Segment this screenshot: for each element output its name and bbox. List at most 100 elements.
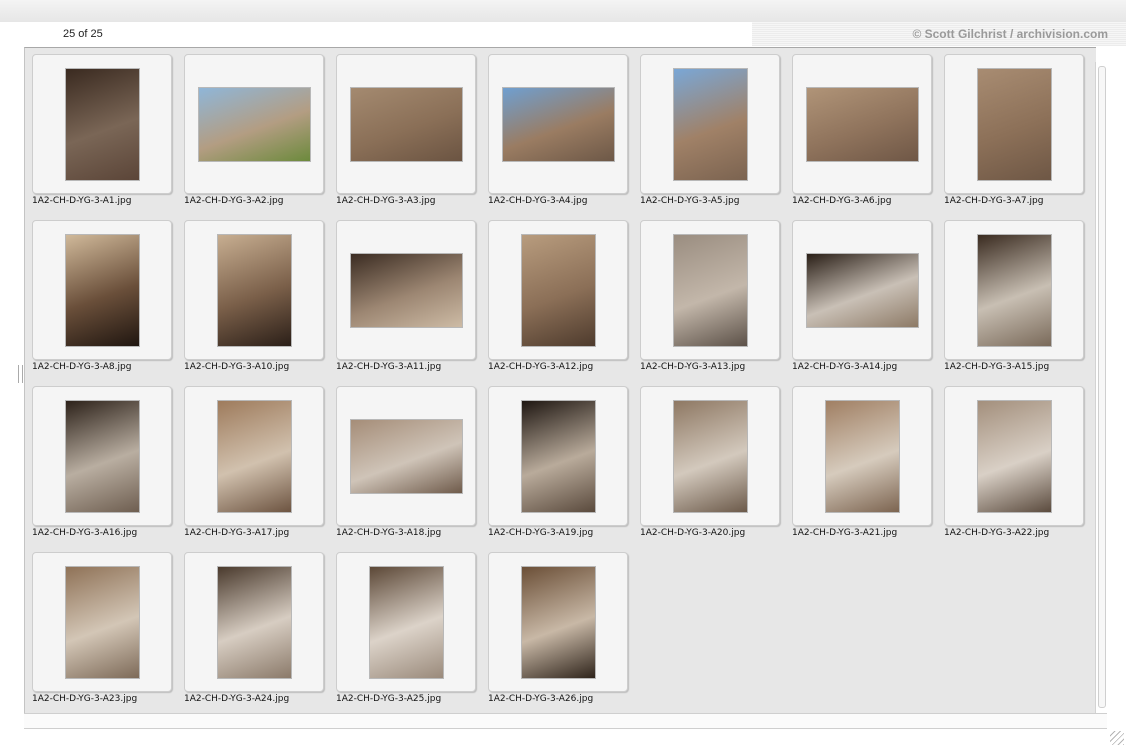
thumbnail-image[interactable] <box>349 86 463 162</box>
thumbnail-frame[interactable] <box>184 220 324 360</box>
thumbnail-filename: 1A2-CH-D-YG-3-A11.jpg <box>336 362 442 372</box>
thumbnail-cell[interactable]: 1A2-CH-D-YG-3-A7.jpg <box>944 54 1084 214</box>
thumbnail-image[interactable] <box>197 86 311 162</box>
thumbnail-cell[interactable]: 1A2-CH-D-YG-3-A17.jpg <box>184 386 324 546</box>
thumbnail-cell[interactable]: 1A2-CH-D-YG-3-A14.jpg <box>792 220 932 380</box>
thumbnail-cell[interactable]: 1A2-CH-D-YG-3-A21.jpg <box>792 386 932 546</box>
thumbnail-filename: 1A2-CH-D-YG-3-A10.jpg <box>184 362 290 372</box>
thumbnail-filename: 1A2-CH-D-YG-3-A12.jpg <box>488 362 594 372</box>
thumbnail-frame[interactable] <box>792 54 932 194</box>
thumbnail-cell[interactable]: 1A2-CH-D-YG-3-A5.jpg <box>640 54 780 214</box>
thumbnail-frame[interactable] <box>336 552 476 692</box>
thumbnail-frame[interactable] <box>336 386 476 526</box>
thumbnail-image[interactable] <box>520 399 596 513</box>
thumbnail-filename: 1A2-CH-D-YG-3-A4.jpg <box>488 196 588 206</box>
thumbnail-cell[interactable]: 1A2-CH-D-YG-3-A19.jpg <box>488 386 628 546</box>
thumbnail-image[interactable] <box>672 67 748 181</box>
horizontal-scrollbar[interactable] <box>24 713 1107 729</box>
thumbnail-cell[interactable]: 1A2-CH-D-YG-3-A26.jpg <box>488 552 628 712</box>
thumbnail-cell[interactable]: 1A2-CH-D-YG-3-A20.jpg <box>640 386 780 546</box>
thumbnail-cell[interactable]: 1A2-CH-D-YG-3-A3.jpg <box>336 54 476 214</box>
scrollbar-thumb[interactable] <box>1098 66 1106 708</box>
thumbnail-filename: 1A2-CH-D-YG-3-A17.jpg <box>184 528 290 538</box>
thumbnail-filename: 1A2-CH-D-YG-3-A25.jpg <box>336 694 442 704</box>
thumbnail-frame[interactable] <box>336 220 476 360</box>
thumbnail-frame[interactable] <box>32 386 172 526</box>
thumbnail-image[interactable] <box>672 399 748 513</box>
thumbnail-filename: 1A2-CH-D-YG-3-A2.jpg <box>184 196 284 206</box>
thumbnail-cell[interactable]: 1A2-CH-D-YG-3-A8.jpg <box>32 220 172 380</box>
thumbnail-image[interactable] <box>349 252 463 328</box>
thumbnail-image[interactable] <box>976 67 1052 181</box>
thumbnail-filename: 1A2-CH-D-YG-3-A3.jpg <box>336 196 436 206</box>
thumbnail-cell[interactable]: 1A2-CH-D-YG-3-A11.jpg <box>336 220 476 380</box>
thumbnail-filename: 1A2-CH-D-YG-3-A16.jpg <box>32 528 138 538</box>
thumbnail-image[interactable] <box>501 86 615 162</box>
thumbnail-cell[interactable]: 1A2-CH-D-YG-3-A4.jpg <box>488 54 628 214</box>
window-resize-grip[interactable] <box>1110 731 1124 745</box>
thumbnail-frame[interactable] <box>944 386 1084 526</box>
thumbnail-image[interactable] <box>976 233 1052 347</box>
thumbnail-image[interactable] <box>64 565 140 679</box>
panel-resize-handle[interactable] <box>18 365 23 383</box>
thumbnail-filename: 1A2-CH-D-YG-3-A24.jpg <box>184 694 290 704</box>
thumbnail-frame[interactable] <box>944 220 1084 360</box>
thumbnail-image[interactable] <box>805 86 919 162</box>
thumbnail-cell[interactable]: 1A2-CH-D-YG-3-A18.jpg <box>336 386 476 546</box>
thumbnail-cell[interactable]: 1A2-CH-D-YG-3-A16.jpg <box>32 386 172 546</box>
thumbnail-image[interactable] <box>64 399 140 513</box>
vertical-scrollbar[interactable] <box>1095 62 1108 713</box>
thumbnail-filename: 1A2-CH-D-YG-3-A5.jpg <box>640 196 740 206</box>
thumbnail-image[interactable] <box>349 418 463 494</box>
thumbnail-frame[interactable] <box>32 54 172 194</box>
thumbnail-image[interactable] <box>976 399 1052 513</box>
thumbnail-cell[interactable]: 1A2-CH-D-YG-3-A24.jpg <box>184 552 324 712</box>
thumbnail-frame[interactable] <box>640 386 780 526</box>
thumbnail-frame[interactable] <box>488 54 628 194</box>
thumbnail-filename: 1A2-CH-D-YG-3-A19.jpg <box>488 528 594 538</box>
thumbnail-cell[interactable]: 1A2-CH-D-YG-3-A22.jpg <box>944 386 1084 546</box>
thumbnail-image[interactable] <box>805 252 919 328</box>
thumbnail-cell[interactable]: 1A2-CH-D-YG-3-A10.jpg <box>184 220 324 380</box>
thumbnail-image[interactable] <box>824 399 900 513</box>
thumbnail-frame[interactable] <box>640 220 780 360</box>
thumbnail-frame[interactable] <box>792 220 932 360</box>
thumbnail-image[interactable] <box>672 233 748 347</box>
thumbnail-frame[interactable] <box>488 552 628 692</box>
credit-band: © Scott Gilchrist / archivision.com <box>752 22 1126 46</box>
thumbnail-frame[interactable] <box>184 386 324 526</box>
thumbnail-image[interactable] <box>520 565 596 679</box>
thumbnail-cell[interactable]: 1A2-CH-D-YG-3-A15.jpg <box>944 220 1084 380</box>
thumbnail-image[interactable] <box>216 233 292 347</box>
thumbnail-filename: 1A2-CH-D-YG-3-A23.jpg <box>32 694 138 704</box>
thumbnail-frame[interactable] <box>184 552 324 692</box>
thumbnail-image[interactable] <box>216 399 292 513</box>
thumbnail-image[interactable] <box>64 67 140 181</box>
thumbnail-cell[interactable]: 1A2-CH-D-YG-3-A13.jpg <box>640 220 780 380</box>
thumbnail-filename: 1A2-CH-D-YG-3-A26.jpg <box>488 694 594 704</box>
thumbnail-cell[interactable]: 1A2-CH-D-YG-3-A6.jpg <box>792 54 932 214</box>
thumbnail-cell[interactable]: 1A2-CH-D-YG-3-A12.jpg <box>488 220 628 380</box>
thumbnail-image[interactable] <box>64 233 140 347</box>
thumbnail-frame[interactable] <box>32 552 172 692</box>
thumbnail-image[interactable] <box>368 565 444 679</box>
thumbnail-frame[interactable] <box>32 220 172 360</box>
thumbnail-image[interactable] <box>216 565 292 679</box>
thumbnail-filename: 1A2-CH-D-YG-3-A20.jpg <box>640 528 746 538</box>
thumbnail-frame[interactable] <box>488 386 628 526</box>
thumbnail-frame[interactable] <box>184 54 324 194</box>
window-top-strip <box>0 0 1126 23</box>
thumbnail-cell[interactable]: 1A2-CH-D-YG-3-A23.jpg <box>32 552 172 712</box>
thumbnail-frame[interactable] <box>336 54 476 194</box>
thumbnail-cell[interactable]: 1A2-CH-D-YG-3-A25.jpg <box>336 552 476 712</box>
thumbnail-image[interactable] <box>520 233 596 347</box>
thumbnail-frame[interactable] <box>640 54 780 194</box>
thumbnail-frame[interactable] <box>944 54 1084 194</box>
thumbnail-frame[interactable] <box>792 386 932 526</box>
copyright-credit: © Scott Gilchrist / archivision.com <box>912 27 1108 41</box>
thumbnail-filename: 1A2-CH-D-YG-3-A22.jpg <box>944 528 1050 538</box>
thumbnail-cell[interactable]: 1A2-CH-D-YG-3-A1.jpg <box>32 54 172 214</box>
thumbnail-frame[interactable] <box>488 220 628 360</box>
thumbnail-cell[interactable]: 1A2-CH-D-YG-3-A2.jpg <box>184 54 324 214</box>
browser-header: 25 of 25 © Scott Gilchrist / archivision… <box>0 22 1126 48</box>
